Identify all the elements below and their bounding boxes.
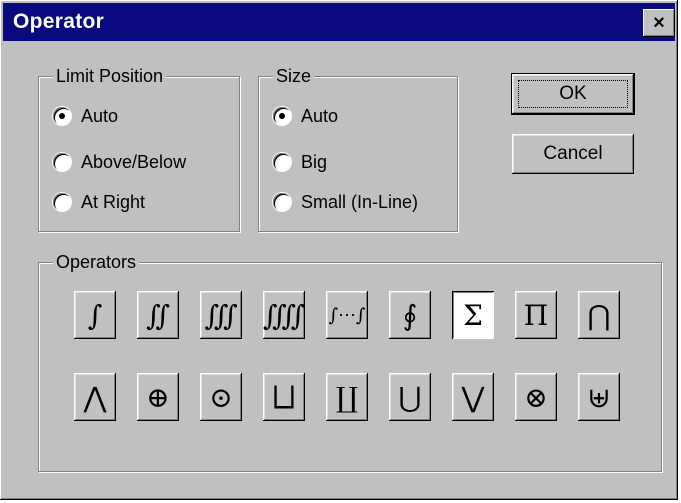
operator-button-coproduct[interactable]: ∐ bbox=[326, 373, 368, 421]
intersection-icon: ⋂ bbox=[587, 298, 611, 332]
size-small-label: Small (In-Line) bbox=[301, 192, 419, 212]
close-button[interactable]: × bbox=[643, 9, 675, 37]
logical-and-icon: ⋀ bbox=[83, 380, 107, 414]
operator-button-circled-plus[interactable]: ⊕ bbox=[137, 373, 179, 421]
operators-group: Operators ∫ ∬ ∭ ⨌ ∫⋯∫ ∮ Σ Π ⋂ ⋀ ⊕ ⊙ ⨆ ∐ ⋃ ⋁ ⊗ ⊎ bbox=[38, 251, 662, 472]
operator-button-contour-integral[interactable]: ∮ bbox=[389, 291, 431, 339]
triple-integral-icon: ∭ bbox=[204, 298, 238, 332]
operator-button-circled-times[interactable]: ⊗ bbox=[515, 373, 557, 421]
ok-button[interactable]: OK bbox=[511, 73, 635, 115]
operator-button-summation[interactable]: Σ bbox=[452, 291, 494, 339]
multiple-integral-icon: ∫⋯∫ bbox=[328, 304, 366, 326]
operator-button-intersection[interactable]: ⋂ bbox=[578, 291, 620, 339]
limit-above-below-radio[interactable]: Above/Below bbox=[53, 149, 186, 175]
operator-dialog: Operator × Limit Position Auto Above/Bel… bbox=[0, 0, 678, 500]
operator-button-integral[interactable]: ∫ bbox=[74, 291, 116, 339]
operator-button-double-integral[interactable]: ∬ bbox=[137, 291, 179, 339]
title-bar[interactable]: Operator × bbox=[3, 3, 675, 41]
union-icon: ⋃ bbox=[398, 380, 422, 414]
limit-auto-radio[interactable]: Auto bbox=[53, 103, 118, 129]
logical-or-icon: ⋁ bbox=[461, 380, 485, 414]
double-integral-icon: ∬ bbox=[146, 298, 170, 332]
operator-button-logical-or[interactable]: ⋁ bbox=[452, 373, 494, 421]
size-big-label: Big bbox=[301, 152, 328, 172]
operator-button-multiple-integral[interactable]: ∫⋯∫ bbox=[326, 291, 368, 339]
limit-at-right-radio[interactable]: At Right bbox=[53, 189, 145, 215]
size-legend: Size bbox=[273, 65, 315, 87]
operator-button-logical-and[interactable]: ⋀ bbox=[74, 373, 116, 421]
radio-button[interactable] bbox=[53, 193, 71, 211]
coproduct-icon: ∐ bbox=[335, 380, 359, 414]
operator-button-product[interactable]: Π bbox=[515, 291, 557, 339]
window-title: Operator bbox=[13, 10, 105, 33]
operator-button-circled-dot[interactable]: ⊙ bbox=[200, 373, 242, 421]
limit-above-below-label: Above/Below bbox=[81, 152, 187, 172]
integral-icon: ∫ bbox=[87, 298, 103, 332]
circled-times-icon: ⊗ bbox=[524, 380, 548, 414]
size-auto-label: Auto bbox=[301, 106, 339, 126]
summation-icon: Σ bbox=[463, 298, 483, 332]
cancel-button[interactable]: Cancel bbox=[512, 134, 634, 174]
radio-button[interactable] bbox=[273, 193, 291, 211]
limit-position-group: Limit Position Auto Above/Below At Right bbox=[38, 65, 240, 232]
ok-focus-rect: OK bbox=[518, 80, 628, 108]
limit-auto-label: Auto bbox=[81, 106, 119, 126]
circled-dot-icon: ⊙ bbox=[209, 380, 233, 414]
radio-button[interactable] bbox=[53, 153, 71, 171]
operator-button-union[interactable]: ⋃ bbox=[389, 373, 431, 421]
radio-button[interactable] bbox=[273, 153, 291, 171]
limit-position-legend: Limit Position bbox=[53, 65, 167, 87]
radio-button-checked[interactable] bbox=[53, 107, 71, 125]
square-union-icon: ⨆ bbox=[272, 380, 296, 413]
operators-legend: Operators bbox=[53, 251, 140, 273]
size-auto-radio[interactable]: Auto bbox=[273, 103, 338, 129]
operator-button-square-union[interactable]: ⨆ bbox=[263, 373, 305, 421]
contour-integral-icon: ∮ bbox=[402, 298, 418, 332]
size-group: Size Auto Big Small (In-Line) bbox=[258, 65, 458, 232]
operator-button-multiset-union[interactable]: ⊎ bbox=[578, 373, 620, 421]
size-big-radio[interactable]: Big bbox=[273, 149, 327, 175]
close-icon: × bbox=[653, 12, 665, 34]
product-icon: Π bbox=[523, 298, 549, 332]
circled-plus-icon: ⊕ bbox=[146, 380, 170, 414]
multiset-union-icon: ⊎ bbox=[587, 380, 611, 414]
limit-at-right-label: At Right bbox=[81, 192, 146, 212]
operator-button-triple-integral[interactable]: ∭ bbox=[200, 291, 242, 339]
operator-button-quadruple-integral[interactable]: ⨌ bbox=[263, 291, 305, 339]
radio-button-checked[interactable] bbox=[273, 107, 291, 125]
quadruple-integral-icon: ⨌ bbox=[262, 298, 306, 332]
size-small-radio[interactable]: Small (In-Line) bbox=[273, 189, 418, 215]
